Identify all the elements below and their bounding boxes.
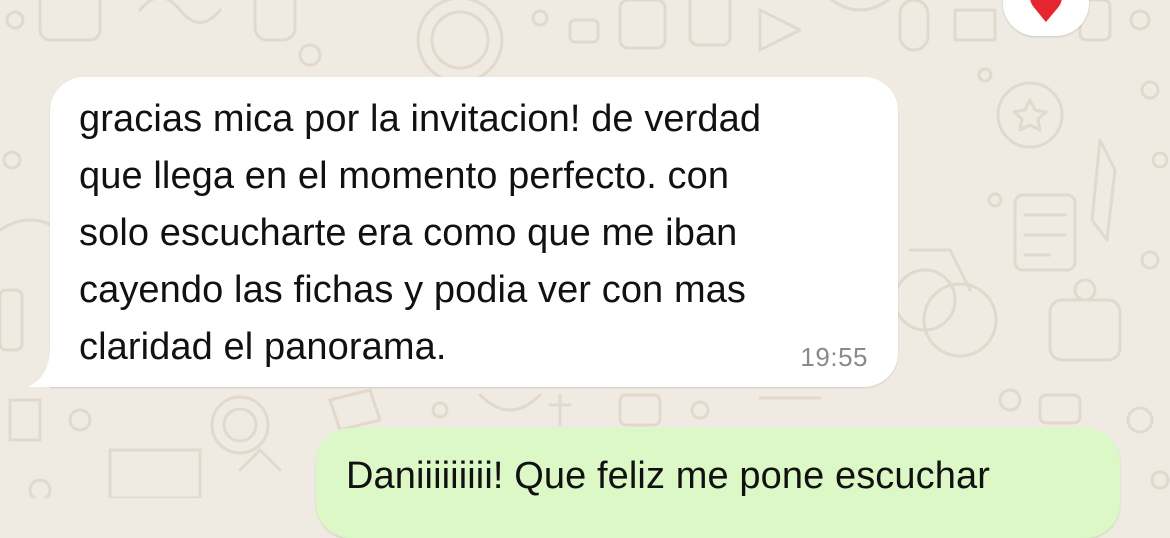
- incoming-message-bubble[interactable]: gracias mica por la invitacion! de verda…: [28, 77, 898, 387]
- heart-icon: ♥: [1026, 0, 1066, 33]
- outgoing-message-text: Daniiiiiiiii! Que feliz me pone escuchar: [346, 455, 990, 497]
- outgoing-message-bubble[interactable]: Daniiiiiiiii! Que feliz me pone escuchar: [316, 428, 1120, 538]
- message-timestamp: 19:55: [800, 342, 868, 372]
- bubble-tail: [28, 347, 58, 387]
- incoming-message-text: gracias mica por la invitacion! de verda…: [79, 98, 762, 368]
